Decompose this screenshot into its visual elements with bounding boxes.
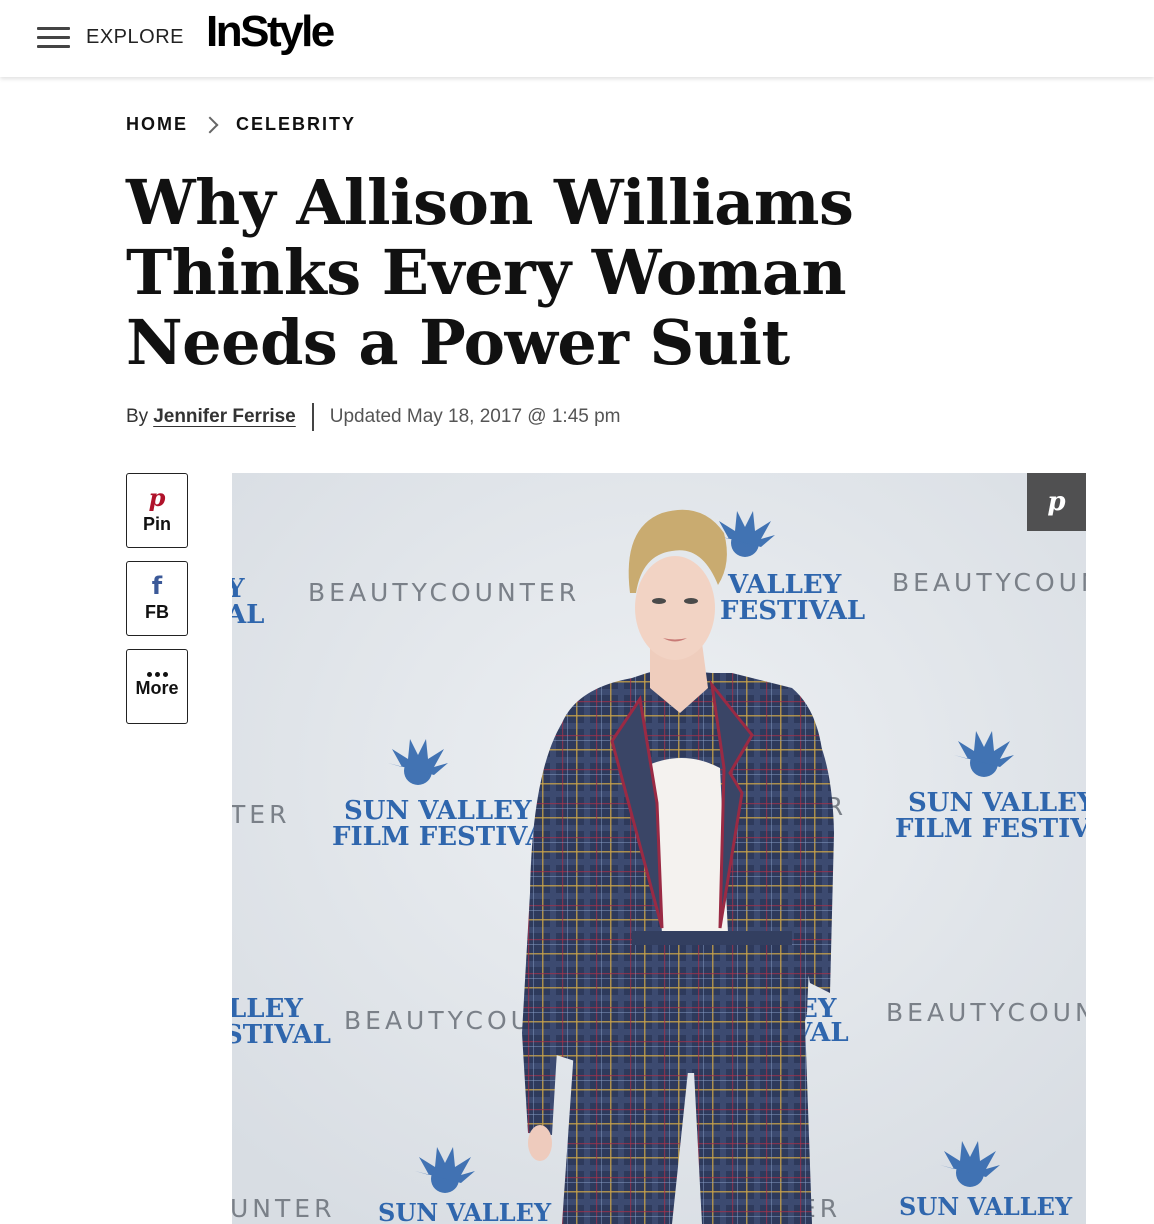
byline-divider [311, 403, 314, 431]
breadcrumb-celebrity-link[interactable]: CELEBRITY [236, 114, 356, 135]
facebook-icon: f [151, 572, 163, 600]
backdrop-brand: BEAUTYCOUNTER [308, 578, 580, 607]
breadcrumb: HOME CELEBRITY [126, 114, 356, 135]
backdrop-brand-fragment: UNTER [232, 1194, 335, 1223]
share-pin-button[interactable]: p Pin [126, 473, 188, 548]
updated-timestamp: Updated May 18, 2017 @ 1:45 pm [329, 406, 621, 427]
article-title: Why Allison Williams Thinks Every Woman … [126, 166, 854, 379]
more-dots-icon [127, 660, 187, 677]
backdrop-brand-right: BEAUTYCOUNTER [892, 568, 1086, 597]
pinterest-icon: p [1047, 487, 1066, 517]
share-facebook-button[interactable]: f FB [126, 561, 188, 636]
hamburger-menu-icon[interactable] [37, 27, 70, 49]
backdrop-brand-fragment: BEAUTYCOUN [886, 998, 1086, 1027]
byline-prefix: By [126, 406, 149, 427]
pinterest-save-button[interactable]: p [1027, 473, 1086, 531]
chevron-right-icon [201, 116, 219, 133]
instyle-logo[interactable]: InStyle [206, 7, 335, 57]
byline: By Jennifer Ferrise Updated May 18, 2017… [126, 403, 621, 431]
backdrop-brand-fragment: TER [232, 800, 290, 829]
explore-menu-link[interactable]: EXPLORE [86, 26, 184, 49]
backdrop-festival-line2-right: FILM FESTIVAL [895, 814, 1086, 844]
hero-photo-illustration: SUN VALLEY FILM FESTIVAL SUN VALLEY FILM… [232, 473, 1086, 1224]
backdrop-festival-bottom: SUN VALLEY [378, 1198, 552, 1224]
share-pin-label: Pin [142, 514, 171, 534]
backdrop-festival-line2: FILM FESTIVAL [332, 822, 564, 852]
share-more-label: More [135, 678, 179, 698]
breadcrumb-home-link[interactable]: HOME [126, 114, 188, 135]
hero-image[interactable]: SUN VALLEY FILM FESTIVAL SUN VALLEY FILM… [232, 473, 1086, 1224]
backdrop-fragment: FESTIVAL [720, 596, 865, 626]
backdrop-brand-fragment: BEAUTYCOU [344, 1006, 533, 1035]
share-more-button[interactable]: More [126, 649, 188, 724]
author-link[interactable]: Jennifer Ferrise [153, 406, 296, 428]
site-header: EXPLORE InStyle [0, 0, 1154, 77]
share-fb-label: FB [145, 602, 169, 622]
backdrop-fragment: STIVAL [232, 1020, 331, 1050]
pinterest-icon: p [148, 483, 166, 512]
backdrop-festival-bottom-right: SUN VALLEY [899, 1192, 1073, 1221]
backdrop-fragment: AL [232, 600, 264, 630]
